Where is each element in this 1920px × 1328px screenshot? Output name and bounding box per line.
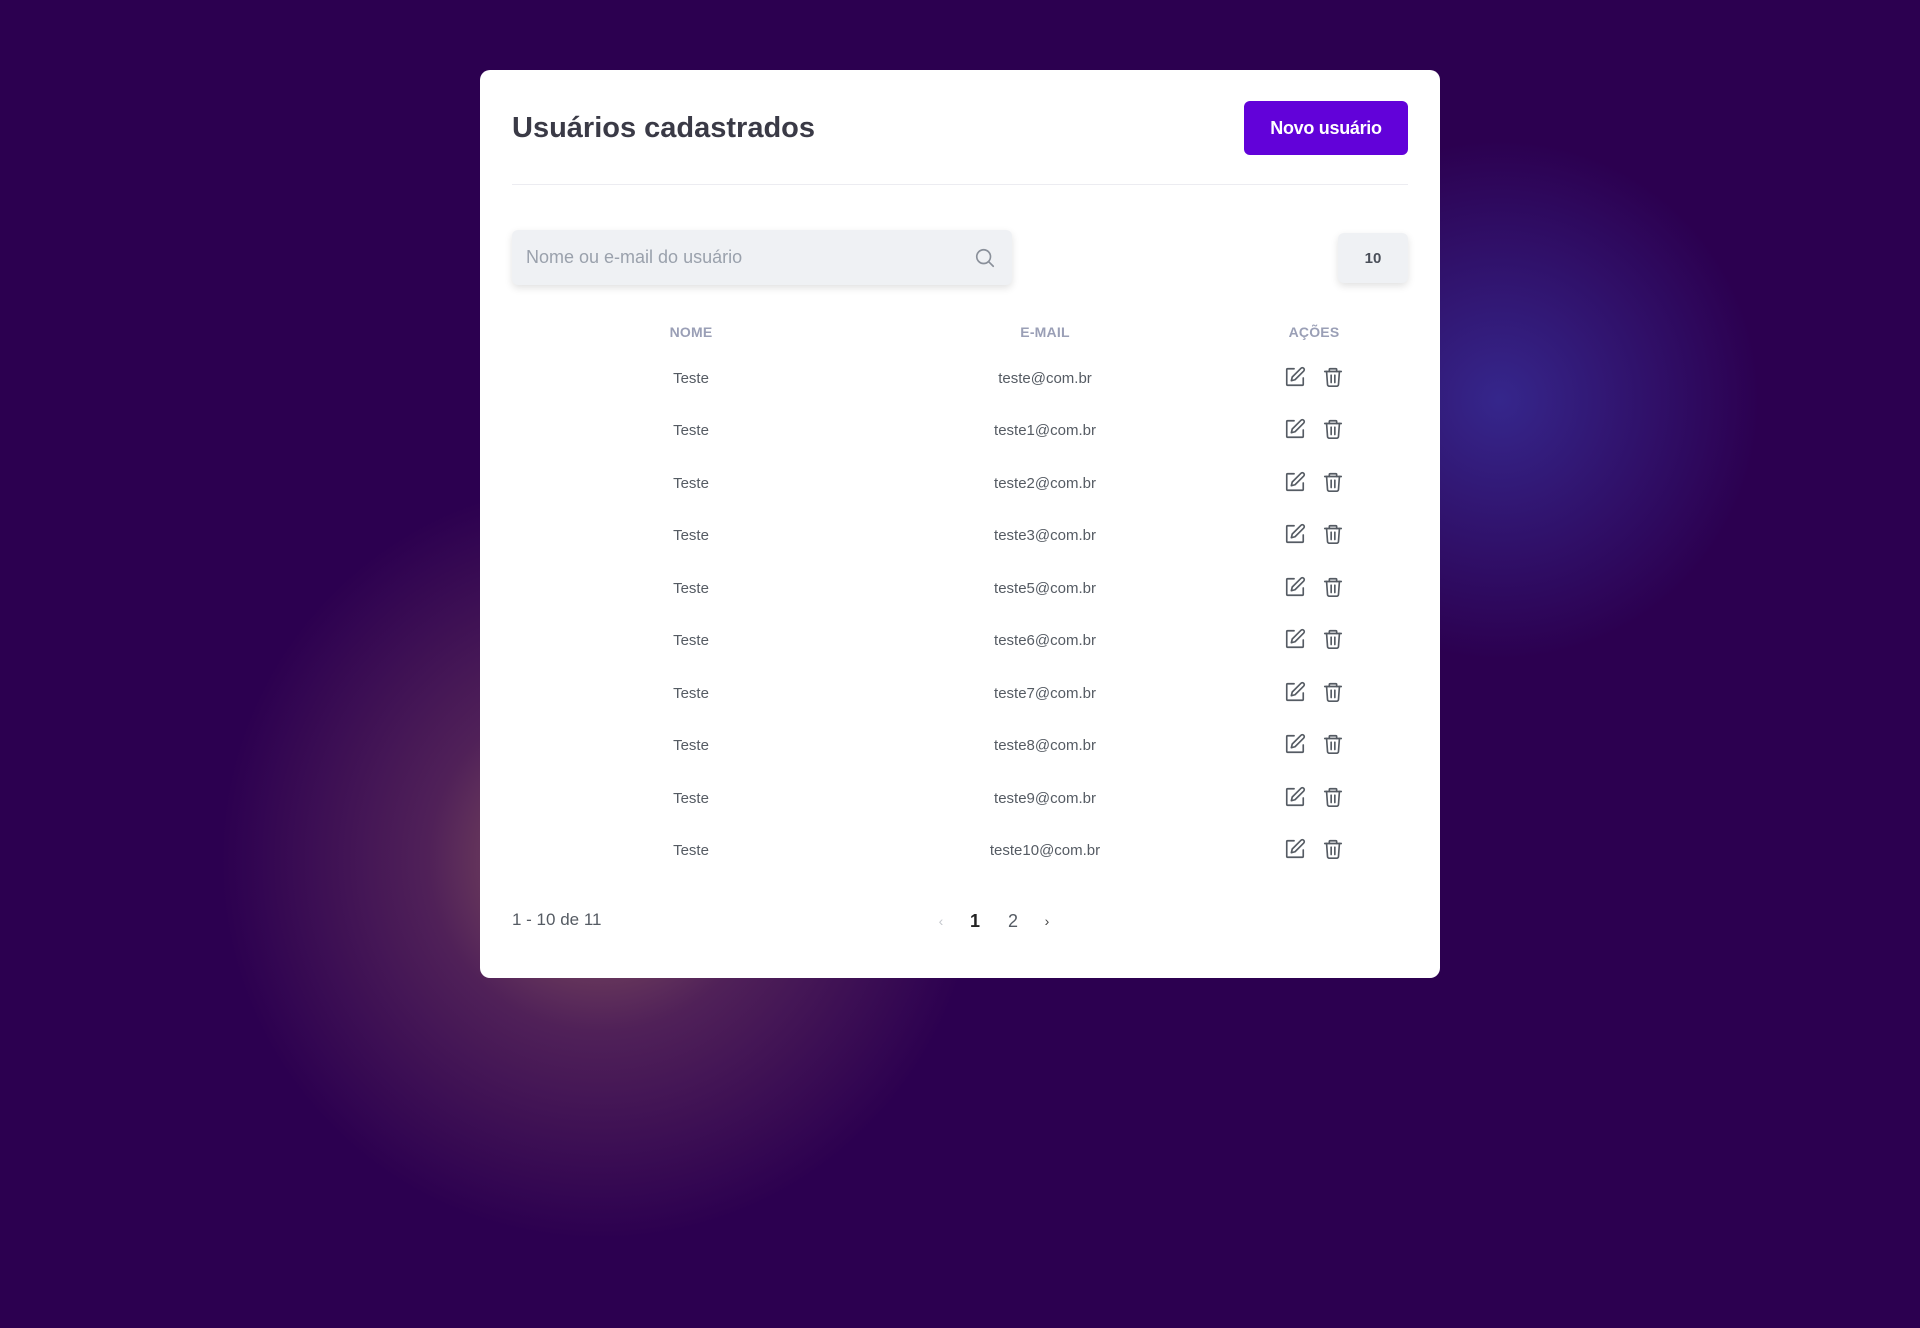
header-divider — [512, 184, 1408, 185]
page-button-1[interactable]: 1 — [956, 911, 994, 932]
page-title: Usuários cadastrados — [512, 111, 816, 144]
actions-cell — [1220, 457, 1408, 510]
column-header-email: E-MAIL — [1020, 324, 1070, 340]
user-email-cell: teste5@com.br — [994, 579, 1096, 597]
trash-icon[interactable] — [1321, 417, 1345, 441]
table-body: Teste teste@com.br Teste teste1@com.br T… — [512, 352, 1408, 877]
trash-icon[interactable] — [1321, 732, 1345, 756]
actions-cell — [1220, 405, 1408, 458]
card-header: Usuários cadastrados Novo usuário — [512, 101, 1408, 155]
range-text: 1 - 10 de 11 — [512, 910, 602, 929]
table-row: Teste teste8@com.br — [512, 720, 1408, 773]
table-row: Teste teste10@com.br — [512, 825, 1408, 878]
edit-icon[interactable] — [1283, 732, 1307, 756]
actions-cell — [1220, 825, 1408, 878]
edit-icon[interactable] — [1283, 680, 1307, 704]
user-name-cell: Teste — [673, 632, 709, 650]
users-card: Usuários cadastrados Novo usuário 10 NOM… — [480, 70, 1440, 978]
user-email-cell: teste2@com.br — [994, 474, 1096, 492]
actions-cell — [1220, 562, 1408, 615]
search-icon[interactable] — [972, 245, 998, 271]
edit-icon[interactable] — [1283, 575, 1307, 599]
edit-icon[interactable] — [1283, 365, 1307, 389]
table-row: Teste teste3@com.br — [512, 510, 1408, 563]
column-header-actions: AÇÕES — [1288, 324, 1340, 340]
next-page-button[interactable]: › — [1032, 913, 1062, 929]
trash-icon[interactable] — [1321, 680, 1345, 704]
user-email-cell: teste@com.br — [998, 369, 1092, 387]
table-row: Teste teste9@com.br — [512, 772, 1408, 825]
trash-icon[interactable] — [1321, 365, 1345, 389]
trash-icon[interactable] — [1321, 522, 1345, 546]
table-row: Teste teste@com.br — [512, 352, 1408, 405]
table-row: Teste teste1@com.br — [512, 405, 1408, 458]
trash-icon[interactable] — [1321, 575, 1345, 599]
user-name-cell: Teste — [673, 579, 709, 597]
pagination: ‹ 1 2 › — [926, 906, 1062, 936]
prev-page-button[interactable]: ‹ — [926, 913, 956, 929]
actions-cell — [1220, 667, 1408, 720]
user-email-cell: teste10@com.br — [989, 842, 1101, 860]
user-email-cell: teste9@com.br — [994, 789, 1096, 807]
table-row: Teste teste5@com.br — [512, 562, 1408, 615]
table-row: Teste teste6@com.br — [512, 615, 1408, 668]
actions-cell — [1220, 352, 1408, 405]
search-box — [512, 230, 1012, 285]
edit-icon[interactable] — [1283, 417, 1307, 441]
column-header-name: NOME — [669, 324, 713, 340]
table-header-row: NOME E-MAIL AÇÕES — [512, 312, 1408, 352]
table-footer: 1 - 10 de 11 ‹ 1 2 › — [512, 906, 1408, 936]
user-name-cell: Teste — [673, 474, 709, 492]
user-name-cell: Teste — [673, 789, 709, 807]
user-email-cell: teste6@com.br — [994, 632, 1096, 650]
edit-icon[interactable] — [1283, 627, 1307, 651]
search-input[interactable] — [526, 247, 972, 268]
new-user-button[interactable]: Novo usuário — [1244, 101, 1408, 155]
user-email-cell: teste1@com.br — [994, 422, 1096, 440]
user-name-cell: Teste — [673, 527, 709, 545]
page-button-2[interactable]: 2 — [994, 911, 1032, 932]
trash-icon[interactable] — [1321, 837, 1345, 861]
actions-cell — [1220, 720, 1408, 773]
trash-icon[interactable] — [1321, 470, 1345, 494]
edit-icon[interactable] — [1283, 785, 1307, 809]
user-name-cell: Teste — [673, 842, 709, 860]
user-email-cell: teste8@com.br — [994, 737, 1096, 755]
page-size-select[interactable]: 10 — [1338, 233, 1408, 283]
trash-icon[interactable] — [1321, 627, 1345, 651]
edit-icon[interactable] — [1283, 522, 1307, 546]
user-name-cell: Teste — [673, 422, 709, 440]
trash-icon[interactable] — [1321, 785, 1345, 809]
user-name-cell: Teste — [673, 369, 709, 387]
table-row: Teste teste7@com.br — [512, 667, 1408, 720]
edit-icon[interactable] — [1283, 837, 1307, 861]
user-email-cell: teste7@com.br — [994, 684, 1096, 702]
user-email-cell: teste3@com.br — [994, 527, 1096, 545]
actions-cell — [1220, 615, 1408, 668]
user-name-cell: Teste — [673, 737, 709, 755]
actions-cell — [1220, 772, 1408, 825]
user-name-cell: Teste — [673, 684, 709, 702]
users-table: NOME E-MAIL AÇÕES Teste teste@com.br Tes… — [512, 312, 1408, 877]
edit-icon[interactable] — [1283, 470, 1307, 494]
table-row: Teste teste2@com.br — [512, 457, 1408, 510]
actions-cell — [1220, 510, 1408, 563]
